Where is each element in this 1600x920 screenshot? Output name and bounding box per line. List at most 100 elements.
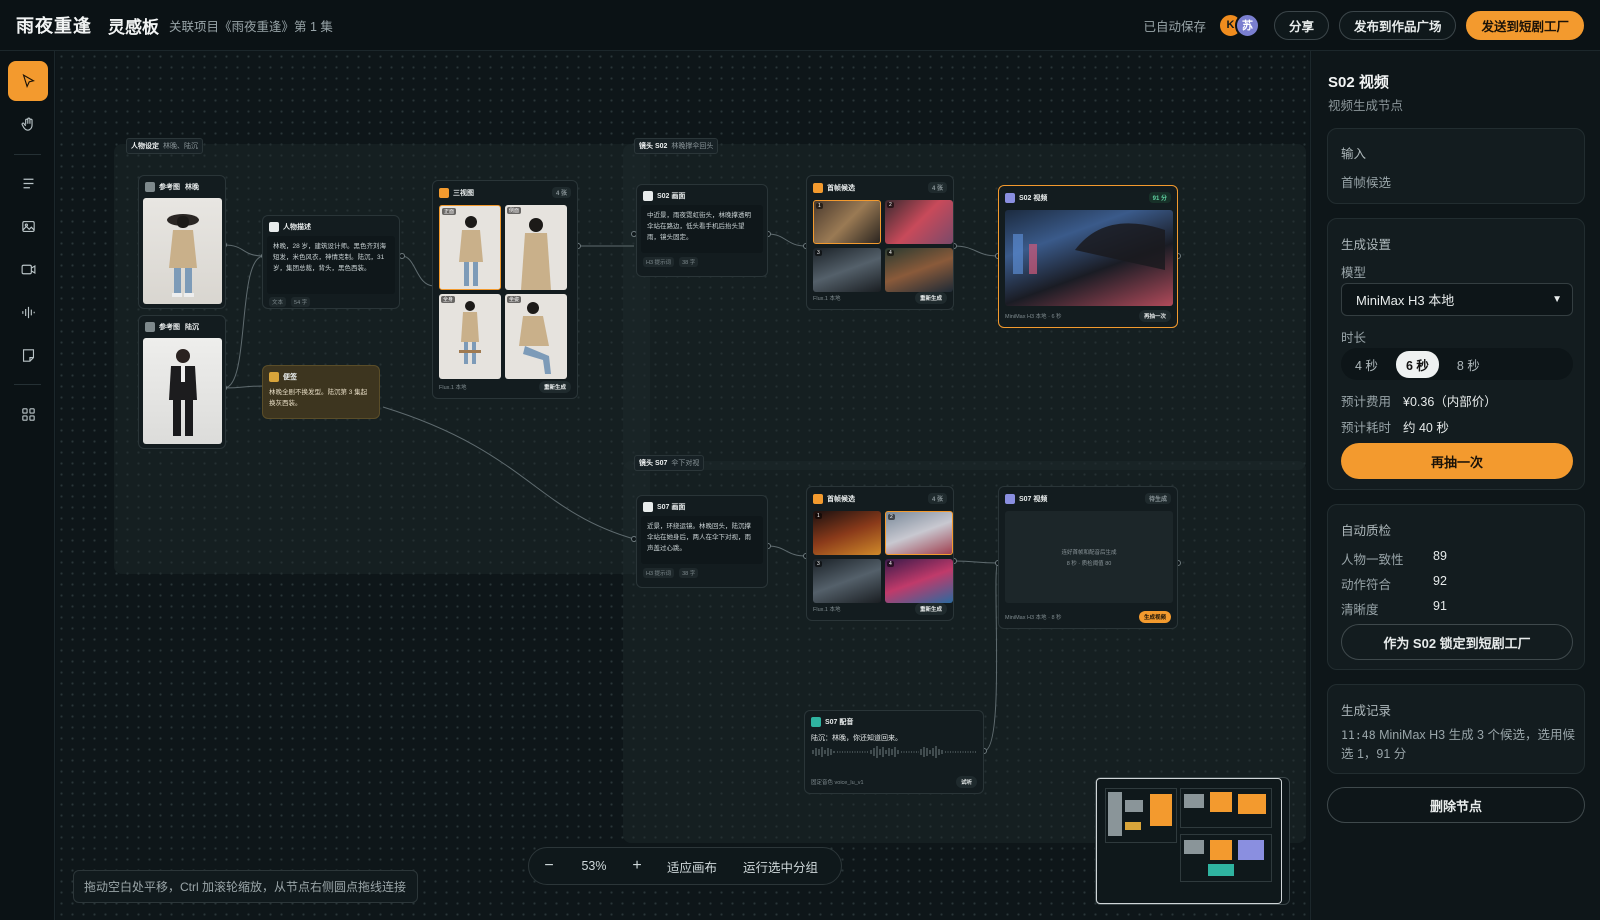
regenerate-button[interactable]: 重新生成 — [914, 603, 947, 615]
avatar[interactable]: 苏 — [1234, 12, 1260, 38]
text-node-button[interactable] — [8, 163, 48, 203]
view-seated[interactable]: 坐姿 — [505, 294, 567, 379]
sticky-note-node[interactable]: 便签 林晚全剧不换发型。陆沉第 3 集起换灰西装。 — [262, 365, 380, 419]
candidate-frame[interactable]: 3 — [813, 559, 881, 603]
qc-metric-value: 92 — [1433, 574, 1447, 588]
send-to-factory-button[interactable]: 发送到短剧工厂 — [1466, 10, 1584, 40]
video-node-button[interactable] — [8, 249, 48, 289]
view-full[interactable]: 全身 — [439, 294, 501, 379]
candidate-frame[interactable]: 2 — [885, 200, 953, 244]
tag: 38 字 — [679, 257, 699, 267]
count-badge: 4 张 — [551, 187, 571, 198]
publish-button[interactable]: 发布到作品广场 — [1338, 10, 1457, 40]
model-select[interactable]: MiniMax H3 本地 ▼ — [1341, 283, 1573, 316]
candidate-frame[interactable]: 4 — [885, 559, 953, 603]
view-side[interactable]: 侧面 — [505, 205, 567, 290]
image-node-button[interactable] — [8, 206, 48, 246]
history-label: 生成记录 — [1341, 704, 1392, 718]
node-text: 中近景，雨夜霓虹街头，林晚撑透明伞站在路边，低头看手机后抬头望雨，镜头固定。 — [641, 205, 763, 253]
settings-label: 生成设置 — [1341, 238, 1392, 252]
image-icon — [145, 322, 155, 332]
node-title: 参考图 — [159, 184, 180, 191]
reference-photo[interactable] — [143, 198, 222, 304]
candidate-frame[interactable]: 4 — [885, 248, 953, 292]
zoom-in-button[interactable]: + — [619, 857, 655, 875]
lock-to-factory-button[interactable]: 作为 S02 锁定到短剧工厂 — [1341, 624, 1573, 660]
pan-tool-button[interactable] — [8, 104, 48, 144]
minimap-viewport[interactable] — [1096, 778, 1282, 904]
reference-node-linwan[interactable]: 参考图 林晚 — [138, 175, 226, 309]
hand-icon — [21, 117, 33, 131]
image-icon — [813, 493, 823, 504]
history-time: 11:48 — [1341, 728, 1376, 742]
image-icon — [21, 220, 35, 232]
select-tool-button[interactable] — [8, 61, 48, 101]
image-icon — [813, 182, 823, 193]
umbrella-scene-icon — [1013, 223, 1165, 274]
character-description-node[interactable]: 人物描述 林晚，28 岁，建筑设计师。黑色齐刘海短发，米色风衣，神情克制。陆沉，… — [262, 215, 400, 309]
node-text: 林晚全剧不换发型。陆沉第 3 集起换灰西装。 — [269, 389, 368, 407]
s07-voice-node[interactable]: S07 配音 陆沉：林晚，你还知道回来。 固定音色 voice_lu_v1 试听 — [804, 710, 984, 794]
delete-node-button[interactable]: 删除节点 — [1327, 787, 1585, 823]
reference-node-luchen[interactable]: 参考图 陆沉 — [138, 315, 226, 449]
note-node-button[interactable] — [8, 335, 48, 375]
reroll-button[interactable]: 再抽一次 — [1341, 443, 1573, 479]
share-button[interactable]: 分享 — [1273, 10, 1329, 40]
zoom-out-button[interactable]: − — [529, 857, 569, 875]
input-label: 输入 — [1341, 147, 1367, 161]
candidate-frame[interactable]: 3 — [813, 248, 881, 292]
first-frame-candidates-s02[interactable]: 首帧候选 4 张 1 2 3 4 Flux.1 本地 重新生成 — [806, 175, 954, 310]
reference-photo[interactable] — [143, 338, 222, 444]
s02-video-node[interactable]: S02 视频 91 分 MiniMax H3 本地 · 6 秒 再抽一次 — [998, 185, 1178, 328]
linked-project[interactable]: 关联项目《雨夜重逢》第 1 集 — [169, 16, 333, 35]
candidate-frame[interactable]: 2 — [885, 511, 953, 555]
video-placeholder[interactable]: 连好首帧和配音后生成 8 秒 · 质检阈值 80 — [1005, 511, 1173, 603]
collaborators[interactable]: K 苏 — [1217, 12, 1260, 38]
reroll-button[interactable]: 再抽一次 — [1138, 310, 1171, 322]
duration-option[interactable]: 8 秒 — [1447, 351, 1490, 378]
zoom-level[interactable]: 53% — [569, 859, 619, 873]
quality-check-card: 自动质检 人物一致性 89 动作符合 92 清晰度 91 作为 S02 锁定到短… — [1327, 504, 1585, 670]
qc-metric-label: 清晰度 — [1341, 603, 1379, 617]
duration-option-selected[interactable]: 6 秒 — [1395, 350, 1439, 378]
audio-icon — [811, 717, 821, 727]
candidate-frame[interactable]: 1 — [813, 200, 881, 244]
video-preview[interactable] — [1005, 210, 1173, 306]
score-badge: 91 分 — [1148, 192, 1171, 203]
regenerate-button[interactable]: 重新生成 — [914, 292, 947, 304]
regenerate-button[interactable]: 重新生成 — [538, 381, 571, 393]
model-label: MiniMax H3 本地 · 6 秒 — [1005, 314, 1062, 320]
image-icon — [145, 182, 155, 192]
minimap[interactable] — [1095, 777, 1290, 905]
audio-node-button[interactable] — [8, 292, 48, 332]
view-front[interactable]: 正面 — [439, 205, 501, 290]
node-title: S07 配音 — [825, 719, 854, 726]
node-title: S02 视频 — [1019, 194, 1048, 202]
first-frame-candidates-s07[interactable]: 首帧候选 4 张 1 2 3 4 Flux.1 本地 重新生成 — [806, 486, 954, 621]
text-icon — [23, 178, 33, 188]
model-label: MiniMax H3 本地 · 8 秒 — [1005, 615, 1062, 621]
canvas[interactable]: 人物设定 林晚、陆沉 镜头 S02 林晚撑伞回头 镜头 S07 伞下对视 参考图… — [56, 51, 1309, 920]
s07-prompt-node[interactable]: S07 画面 近景，环绕运镜。林晚回头，陆沉撑伞站在她身后，两人在伞下对视，雨声… — [636, 495, 768, 588]
history-text: MiniMax H3 生成 3 个候选，选用候选 1，91 分 — [1341, 728, 1575, 761]
generate-video-button[interactable]: 生成视频 — [1138, 611, 1171, 623]
duration-option[interactable]: 4 秒 — [1345, 351, 1388, 378]
s07-video-node[interactable]: S07 视频 待生成 连好首帧和配音后生成 8 秒 · 质检阈值 80 MiniM… — [998, 486, 1178, 629]
candidate-frame[interactable]: 1 — [813, 511, 881, 555]
run-group-button[interactable]: 运行选中分组 — [743, 857, 818, 876]
tag: H3 提示词 — [643, 568, 675, 578]
preview-audio-button[interactable]: 试听 — [955, 776, 977, 788]
apps-button[interactable] — [8, 394, 48, 434]
fit-canvas-button[interactable]: 适应画布 — [667, 857, 717, 876]
count-badge: 4 张 — [927, 493, 947, 504]
text-icon — [643, 191, 653, 201]
cost-value: ¥0.36（内部价） — [1403, 395, 1497, 409]
node-title: 首帧候选 — [827, 495, 855, 503]
pointer-icon — [22, 73, 35, 88]
input-value[interactable]: 首帧候选 — [1341, 172, 1391, 191]
three-view-node[interactable]: 三视图 4 张 正面 侧面 全身 坐姿 Flux.1 本地 重新生成 — [432, 180, 578, 399]
history-card: 生成记录 11:48 MiniMax H3 生成 3 个候选，选用候选 1，91… — [1327, 684, 1585, 774]
s02-prompt-node[interactable]: S02 画面 中近景，雨夜霓虹街头，林晚撑透明伞站在路边，低头看手机后抬头望雨，… — [636, 184, 768, 277]
qc-label: 自动质检 — [1341, 524, 1392, 538]
duration-selector: 4 秒 6 秒 8 秒 — [1341, 348, 1573, 380]
